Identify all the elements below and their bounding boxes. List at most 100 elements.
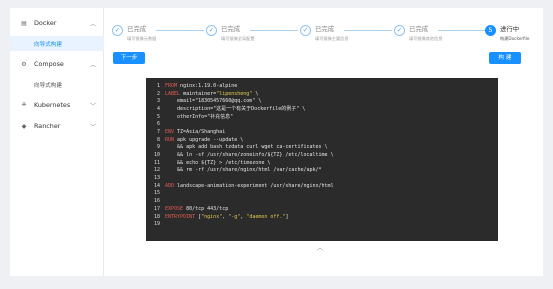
build-button[interactable]: 构 建 — [489, 52, 521, 64]
line-number: 8 — [156, 136, 160, 143]
line-content: && ln -sf /usr/share/zoneinfo/${TZ} /etc… — [165, 152, 334, 158]
code-line: 16 — [146, 197, 498, 205]
sidebar-item-label: 向导式构建 — [34, 41, 62, 48]
line-number: 10 — [153, 152, 160, 159]
step-connector — [344, 30, 392, 31]
code-text: && ln -sf /usr/share/zoneinfo/${TZ} /etc… — [165, 152, 334, 159]
sidebar-item-label: 向导式构建 — [34, 82, 62, 89]
line-number: 14 — [153, 182, 160, 189]
step-title: 进行中 — [500, 25, 520, 33]
code-text: otherInfo="补充信息" — [165, 114, 234, 121]
code-line: 8 RUN apk upgrade --update \ — [146, 136, 498, 144]
dockerfile-editor[interactable]: 1 FROM nginx:1.19.0-alpine 2 LABEL maintain… — [146, 78, 498, 241]
code-text: && echo ${TZ} > /etc/timezone \ — [165, 159, 271, 166]
line-number: 3 — [156, 98, 160, 105]
chevron-up-icon[interactable]: ︿ — [317, 243, 323, 252]
code-string: "nginx" — [201, 213, 223, 220]
code-line: 6 — [146, 120, 498, 128]
step-title: 已完成 — [409, 25, 429, 33]
code-keyword: LABEL — [165, 90, 181, 97]
menu-group-rancher[interactable]: ◆ Rancher ﹀ — [10, 118, 104, 134]
check-icon: ✓ — [206, 25, 217, 36]
code-keyword: EXPOSE — [165, 205, 184, 212]
steps-bar: ✓ 已完成 填写镜像元数据 ✓ 已完成 填写镜像全局配置 ✓ 已完成 填写镜像主… — [112, 22, 543, 52]
code-line: 3 email="18305457660@qq.com" \ — [146, 97, 498, 105]
line-number: 18 — [153, 213, 160, 220]
code-line: 12 && rm -rf /usr/share/nginx/html /var/… — [146, 167, 498, 175]
code-line: 17 EXPOSE 80/tcp 443/tcp — [146, 205, 498, 213]
step-title: 已完成 — [315, 25, 335, 33]
app-frame: ▤ Docker ︿ 向导式构建 ⚙ Compose ︿ 向导式构建 ⎈ Kub… — [10, 8, 543, 276]
code-text: email="18305457660@qq.com" \ — [165, 98, 262, 105]
code-text: description="这是一个有关于Dockerfile的例子" \ — [165, 106, 306, 113]
step-connector — [250, 30, 298, 31]
code-string: "daemon off." — [246, 213, 286, 220]
step-desc: 填写镜像全局配置 — [221, 36, 255, 41]
line-number: 15 — [153, 190, 160, 197]
step-number: 5 — [485, 25, 496, 36]
line-number: 6 — [156, 121, 160, 128]
code-keyword: ENV — [165, 128, 175, 135]
line-content: && echo ${TZ} > /etc/timezone \ — [165, 160, 270, 166]
chevron-up-icon: ︿ — [89, 61, 96, 69]
line-content: ADD landscape-animation-experiment /usr/… — [165, 183, 334, 189]
line-number: 12 — [153, 167, 160, 174]
line-content: RUN apk upgrade --update \ — [165, 137, 243, 143]
code-line: 4 description="这是一个有关于Dockerfile的例子" \ — [146, 105, 498, 113]
step-desc: 填写镜像元数据 — [127, 36, 157, 41]
code-keyword: FROM — [165, 82, 178, 89]
menu-group-compose[interactable]: ⚙ Compose ︿ — [10, 56, 104, 72]
next-step-button[interactable]: 下一步 — [113, 52, 145, 64]
line-number: 17 — [153, 205, 160, 212]
sidebar-item-compose-wizard[interactable]: 向导式构建 — [10, 77, 104, 92]
line-content: ENV TZ=Asia/Shanghai — [165, 129, 225, 135]
line-number: 5 — [156, 113, 160, 120]
line-number: 13 — [153, 175, 160, 182]
code-line: 13 — [146, 174, 498, 182]
code-string: "lipensheng" — [216, 90, 253, 97]
code-keyword: RUN — [165, 136, 175, 143]
code-line: 2 LABEL maintainer="lipensheng" \ — [146, 90, 498, 98]
menu-group-kubernetes[interactable]: ⎈ Kubernetes ﹀ — [10, 97, 104, 113]
docker-icon: ▤ — [21, 19, 27, 27]
step-title: 已完成 — [221, 25, 241, 33]
code-line: 18 ENTRYPOINT ["nginx", "-g", "daemon off… — [146, 213, 498, 221]
code-keyword: ADD — [165, 182, 175, 189]
menu-group-label: Docker — [34, 19, 57, 27]
code-keyword: ENTRYPOINT — [165, 213, 196, 220]
line-number: 4 — [156, 105, 160, 112]
line-number: 9 — [156, 144, 160, 151]
line-content: description="这是一个有关于Dockerfile的例子" \ — [165, 105, 305, 112]
code-line: 11 && echo ${TZ} > /etc/timezone \ — [146, 159, 498, 167]
code-line: 10 && ln -sf /usr/share/zoneinfo/${TZ} /… — [146, 151, 498, 159]
line-content: LABEL maintainer="lipensheng" \ — [165, 91, 258, 97]
kubernetes-icon: ⎈ — [21, 101, 27, 108]
sidebar: ▤ Docker ︿ 向导式构建 ⚙ Compose ︿ 向导式构建 ⎈ Kub… — [10, 8, 104, 276]
check-icon: ✓ — [300, 25, 311, 36]
line-number: 7 — [156, 128, 160, 135]
rancher-icon: ◆ — [21, 122, 27, 130]
code-line: 7 ENV TZ=Asia/Shanghai — [146, 128, 498, 136]
line-number: 19 — [153, 221, 160, 228]
line-content: && apk add bash tzdata curl wget ca-cert… — [165, 144, 328, 150]
chevron-up-icon: ︿ — [89, 20, 96, 28]
step-desc: 构建Dockerfile — [500, 36, 530, 41]
chevron-down-icon: ﹀ — [89, 102, 96, 110]
line-content: ENTRYPOINT ["nginx", "-g", "daemon off."… — [165, 214, 288, 220]
line-content: FROM nginx:1.19.0-alpine — [165, 83, 237, 89]
code-text: 80/tcp 443/tcp — [183, 205, 229, 212]
code-text: nginx:1.19.0-alpine — [177, 82, 238, 89]
line-content: otherInfo="补充信息" — [165, 113, 233, 120]
compose-icon: ⚙ — [21, 60, 27, 68]
menu-group-docker[interactable]: ▤ Docker ︿ — [10, 15, 104, 31]
line-number: 1 — [156, 82, 160, 89]
step-desc: 填写镜像其他信息 — [409, 36, 443, 41]
menu-group-label: Rancher — [34, 122, 61, 130]
chevron-down-icon: ﹀ — [89, 123, 96, 131]
code-line: 1 FROM nginx:1.19.0-alpine — [146, 82, 498, 90]
line-number: 16 — [153, 198, 160, 205]
line-content: EXPOSE 80/tcp 443/tcp — [165, 206, 228, 212]
sidebar-item-docker-wizard[interactable]: 向导式构建 — [10, 36, 104, 51]
code-text: TZ=Asia/Shanghai — [174, 128, 226, 135]
line-number: 2 — [156, 90, 160, 97]
